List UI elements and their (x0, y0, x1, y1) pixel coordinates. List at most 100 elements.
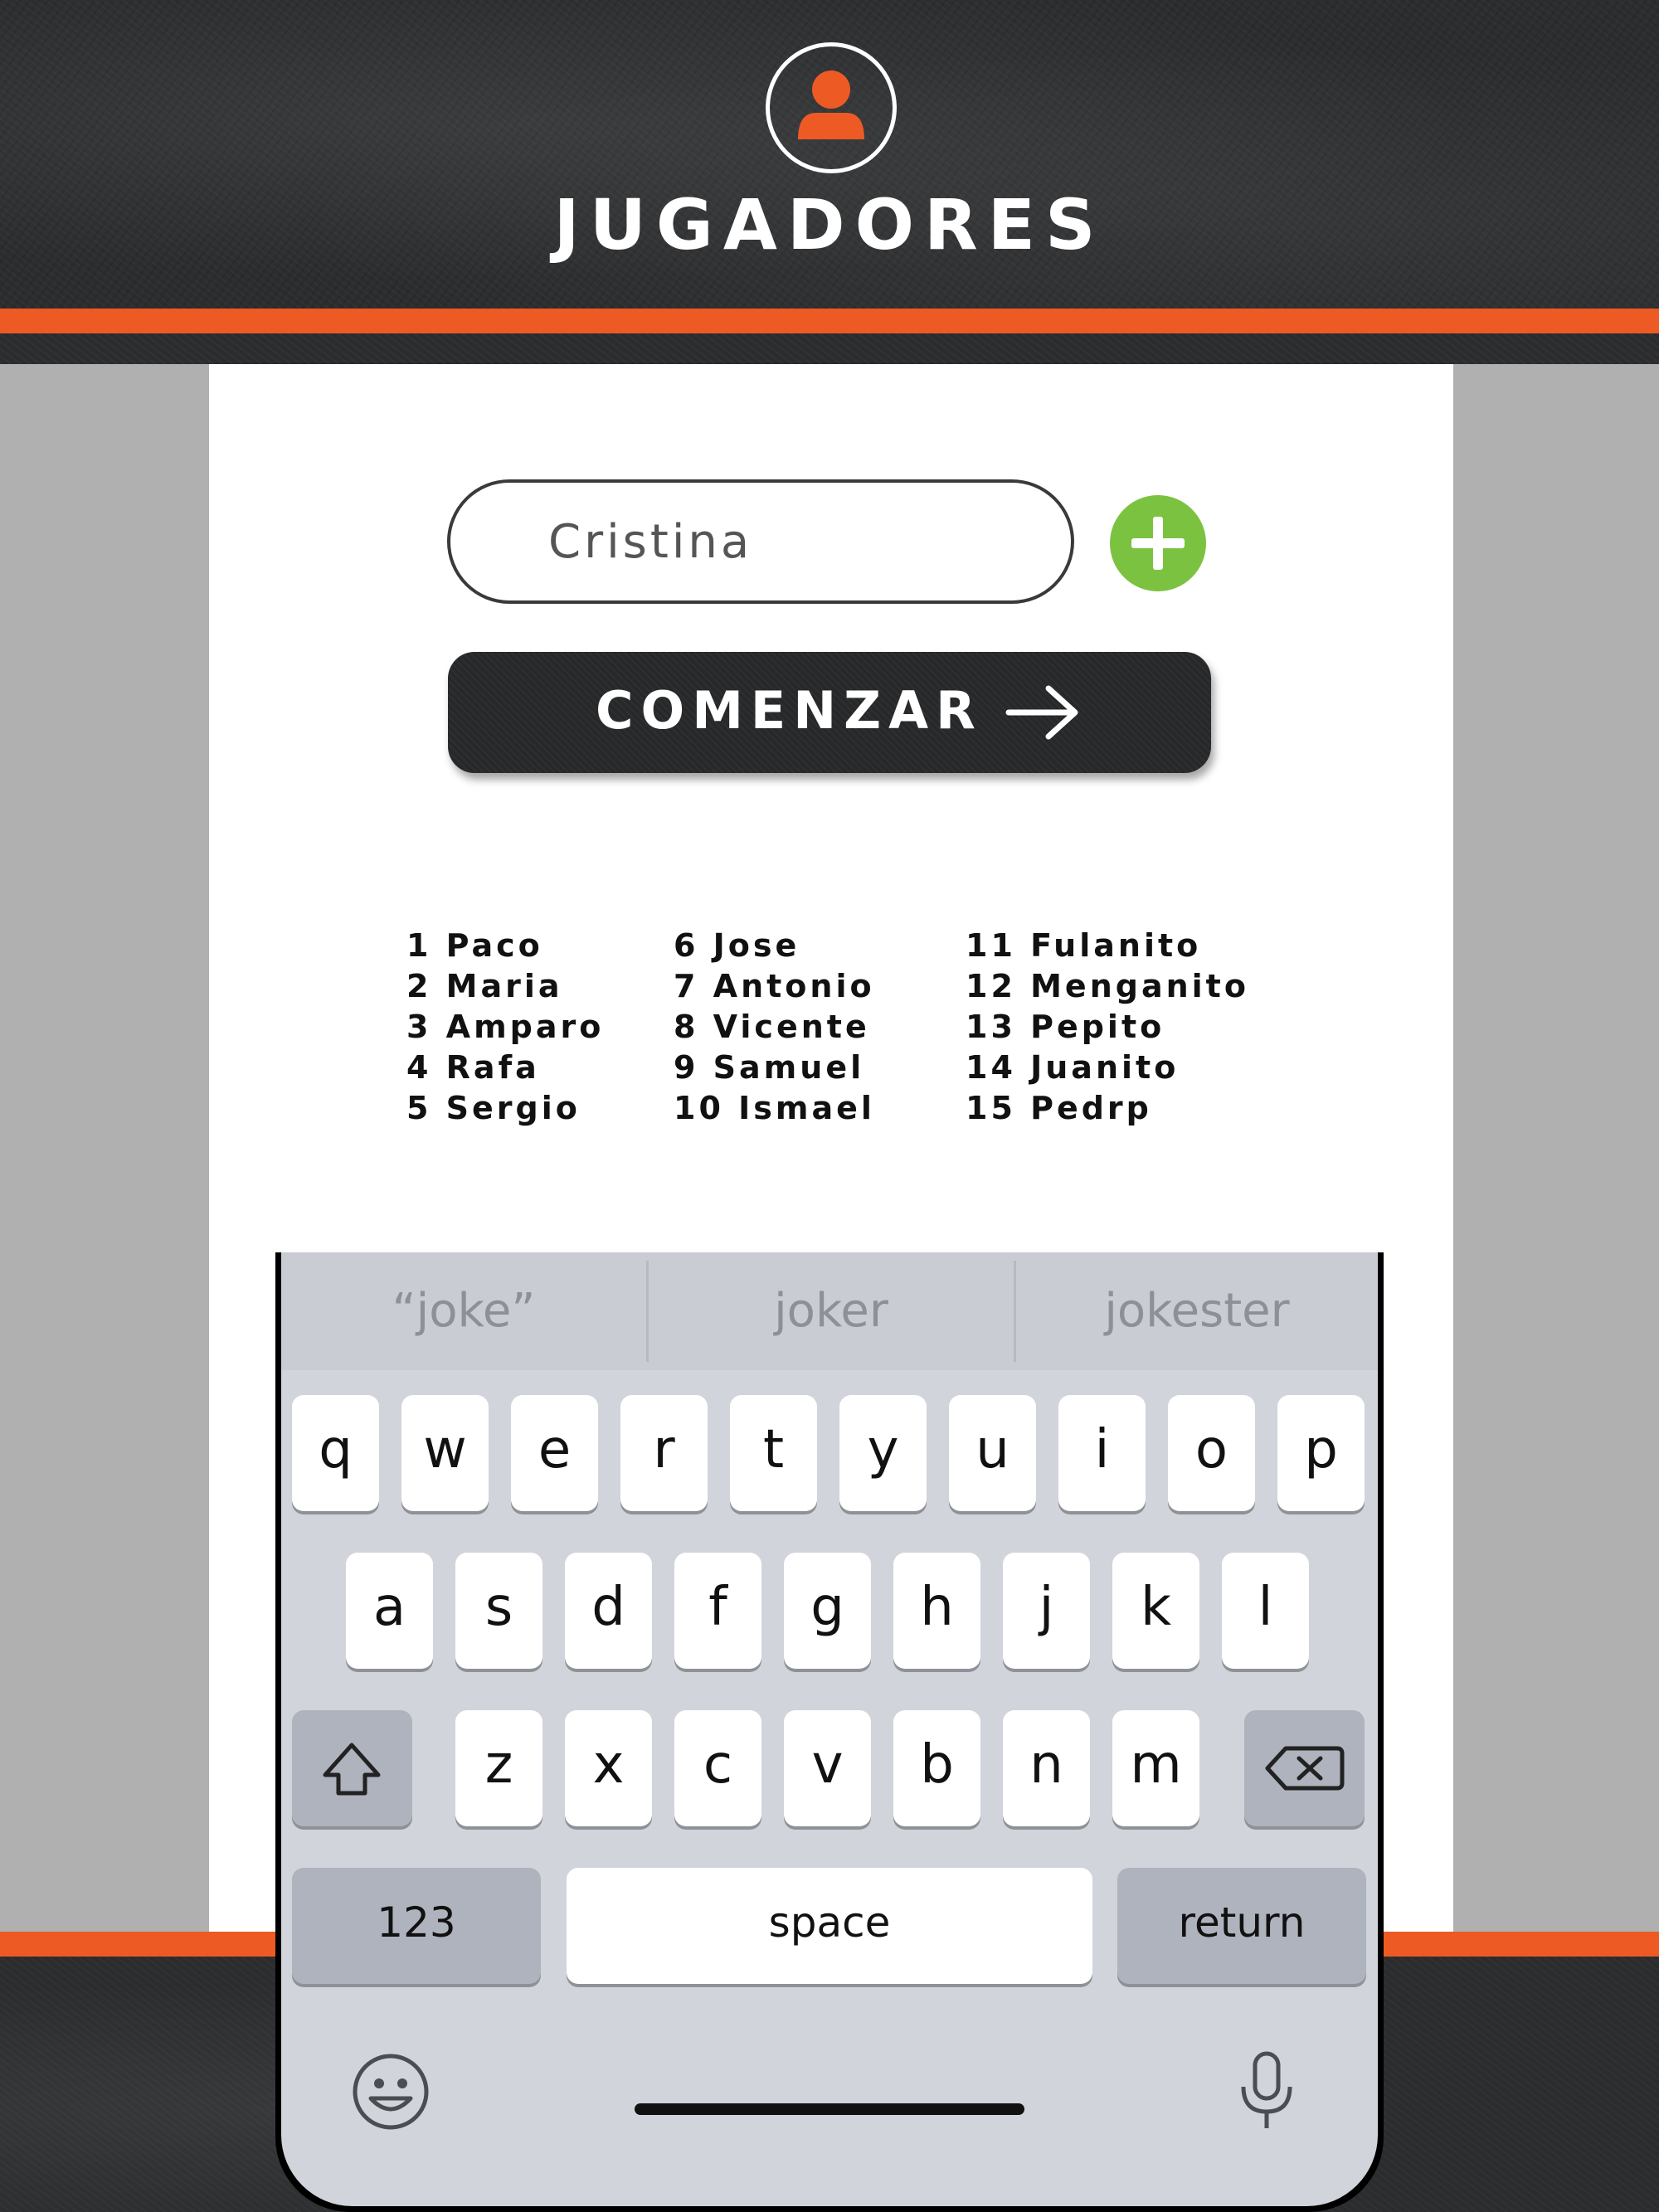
player-item: 1 Paco (406, 927, 543, 964)
shift-icon (323, 1743, 381, 1796)
suggestion-item[interactable]: jokester (1016, 1252, 1378, 1370)
key-label: q (319, 1419, 353, 1480)
key-label: v (811, 1734, 844, 1796)
players-list: 1 Paco 2 Maria 3 Amparo 4 Rafa 5 Sergio … (0, 926, 1659, 1133)
player-item: 6 Jose (674, 927, 800, 964)
return-key[interactable]: return (1117, 1868, 1366, 1984)
key-s[interactable]: s (455, 1553, 542, 1669)
suggestion-bar: “joke” joker jokester (281, 1252, 1378, 1370)
player-item: 2 Maria (406, 968, 563, 1004)
key-a[interactable]: a (346, 1553, 433, 1669)
add-player-button[interactable] (1110, 495, 1206, 591)
key-d[interactable]: d (565, 1553, 652, 1669)
key-y[interactable]: y (839, 1395, 927, 1511)
keyboard-body: “joke” joker jokester q w e r t y u i o … (281, 1252, 1378, 2206)
key-r[interactable]: r (620, 1395, 708, 1511)
key-q[interactable]: q (292, 1395, 379, 1511)
key-z[interactable]: z (455, 1710, 542, 1826)
key-label: r (653, 1419, 675, 1480)
key-v[interactable]: v (784, 1710, 871, 1826)
key-x[interactable]: x (565, 1710, 652, 1826)
key-p[interactable]: p (1277, 1395, 1365, 1511)
player-item: 9 Samuel (674, 1049, 865, 1086)
header-band (0, 333, 1659, 364)
player-item: 13 Pepito (966, 1009, 1165, 1045)
players-column-3: 11 Fulanito 12 Menganito 13 Pepito 14 Ju… (966, 926, 1249, 1129)
key-label: e (538, 1419, 572, 1480)
key-k[interactable]: k (1112, 1553, 1199, 1669)
key-label: z (484, 1734, 513, 1796)
key-label: f (708, 1577, 727, 1638)
key-j[interactable]: j (1003, 1553, 1090, 1669)
player-item: 15 Pedrp (966, 1090, 1152, 1126)
arrow-right-icon (1005, 685, 1078, 740)
key-label: c (703, 1734, 733, 1796)
key-label: g (810, 1577, 844, 1638)
key-label: j (1039, 1577, 1054, 1638)
players-column-1: 1 Paco 2 Maria 3 Amparo 4 Rafa 5 Sergio (406, 926, 604, 1129)
space-key[interactable]: space (567, 1868, 1092, 1984)
key-c[interactable]: c (674, 1710, 761, 1826)
page-title: JUGADORES (553, 184, 1106, 265)
start-button-label: COMENZAR (596, 680, 983, 741)
key-label: b (920, 1734, 954, 1796)
start-button[interactable]: COMENZAR (448, 652, 1211, 773)
player-name-input[interactable] (447, 479, 1074, 604)
key-h[interactable]: h (893, 1553, 980, 1669)
header: JUGADORES (0, 0, 1659, 309)
key-label: l (1258, 1577, 1273, 1638)
key-label: return (1178, 1898, 1306, 1947)
suggestion-item[interactable]: joker (649, 1252, 1014, 1370)
key-label: s (484, 1577, 513, 1638)
key-label: y (867, 1419, 899, 1480)
player-item: 5 Sergio (406, 1090, 581, 1126)
microphone-icon[interactable] (1233, 2049, 1300, 2135)
key-label: a (372, 1577, 406, 1638)
key-label: n (1029, 1734, 1063, 1796)
key-label: u (975, 1419, 1010, 1480)
key-e[interactable]: e (511, 1395, 598, 1511)
key-label: m (1130, 1734, 1182, 1796)
key-label: i (1094, 1419, 1110, 1480)
key-label: o (1194, 1419, 1228, 1480)
key-t[interactable]: t (730, 1395, 817, 1511)
on-screen-keyboard: “joke” joker jokester q w e r t y u i o … (275, 1252, 1384, 2212)
players-column-2: 6 Jose 7 Antonio 8 Vicente 9 Samuel 10 I… (674, 926, 875, 1129)
home-indicator (635, 2103, 1024, 2115)
backspace-icon (1265, 1746, 1345, 1791)
key-label: 123 (377, 1898, 456, 1947)
key-g[interactable]: g (784, 1553, 871, 1669)
key-m[interactable]: m (1112, 1710, 1199, 1826)
header-stripe (0, 309, 1659, 333)
key-w[interactable]: w (401, 1395, 489, 1511)
key-label: p (1304, 1419, 1338, 1480)
emoji-icon[interactable] (349, 2050, 432, 2133)
player-item: 14 Juanito (966, 1049, 1180, 1086)
shift-key[interactable] (292, 1710, 412, 1826)
user-icon (766, 42, 897, 173)
player-item: 3 Amparo (406, 1009, 605, 1045)
backspace-key[interactable] (1244, 1710, 1365, 1826)
key-l[interactable]: l (1222, 1553, 1309, 1669)
key-i[interactable]: i (1058, 1395, 1146, 1511)
key-label: t (762, 1419, 785, 1480)
player-item: 4 Rafa (406, 1049, 540, 1086)
suggestion-item[interactable]: “joke” (281, 1252, 646, 1370)
key-label: space (768, 1898, 891, 1947)
key-o[interactable]: o (1168, 1395, 1255, 1511)
key-label: x (592, 1734, 625, 1796)
key-label: w (423, 1419, 467, 1480)
key-n[interactable]: n (1003, 1710, 1090, 1826)
key-u[interactable]: u (949, 1395, 1036, 1511)
plus-icon (1131, 517, 1185, 570)
key-label: h (920, 1577, 954, 1638)
key-f[interactable]: f (674, 1553, 761, 1669)
key-b[interactable]: b (893, 1710, 980, 1826)
key-label: k (1140, 1577, 1172, 1638)
key-label: d (591, 1577, 625, 1638)
numbers-key[interactable]: 123 (292, 1868, 541, 1984)
player-item: 7 Antonio (674, 968, 875, 1004)
player-item: 10 Ismael (674, 1090, 875, 1126)
player-item: 12 Menganito (966, 968, 1249, 1004)
player-item: 8 Vicente (674, 1009, 870, 1045)
